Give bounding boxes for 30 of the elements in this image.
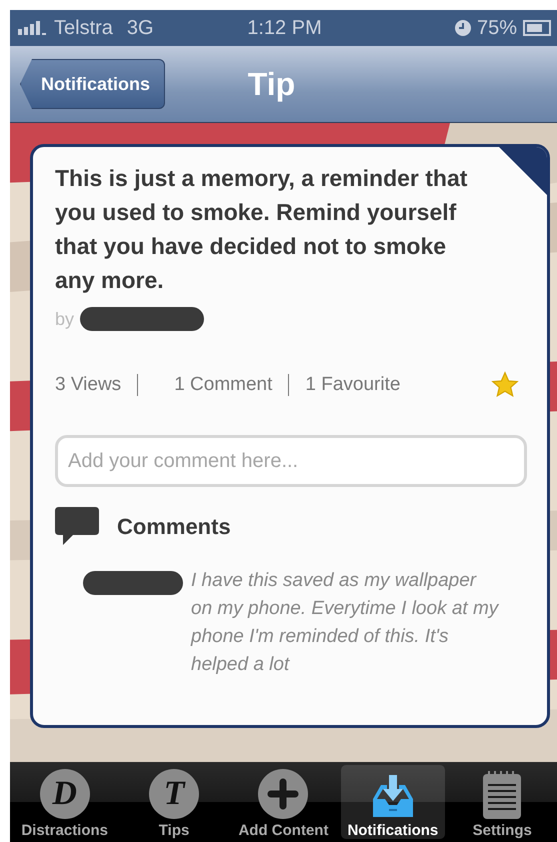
back-button[interactable]: Notifications [20,59,166,109]
tab-item[interactable]: T Tips [122,765,226,839]
comments-count: 1 Comment [174,374,272,396]
tab-item[interactable]: Add Content [231,765,336,839]
signal-icon [18,21,48,35]
battery-percent: 75% [476,16,517,40]
favourite-star-icon[interactable] [491,371,519,399]
screen-title: Tip [248,66,296,102]
letter-icon: T [149,769,200,819]
comments-heading: Comments [117,514,231,540]
battery-icon [522,20,551,36]
tab-item[interactable]: Settings [450,765,554,839]
speech-bubble-icon [55,507,99,547]
favourites-count: 1 Favourite [305,374,400,396]
clock-icon [454,20,471,36]
network-type: 3G [126,16,154,40]
author-label: by [55,308,74,330]
carrier-name: Telstra [54,16,113,40]
corner-fold-icon [499,147,547,195]
letter-icon: D [40,769,90,819]
tab-item[interactable]: Notifications [340,765,445,839]
comment-text: I have this saved as my wallpaper on my phone. Everytime I look at my phone I'm reminded of this. It's helped a lot [191,569,500,677]
status-time: 1:12 PM [247,16,322,40]
inbox-download-icon [370,775,415,819]
plus-icon [258,769,308,819]
tab-item[interactable]: D Distractions [12,765,117,839]
comment-field[interactable]: Add your comment here... [55,435,527,487]
tip-text: This is just a memory, a reminder that you used to smoke. Remind yourself that you have decided not to smoke any more. [55,164,468,295]
views-count: 3 Views [55,374,122,396]
notepad-icon [483,771,522,819]
